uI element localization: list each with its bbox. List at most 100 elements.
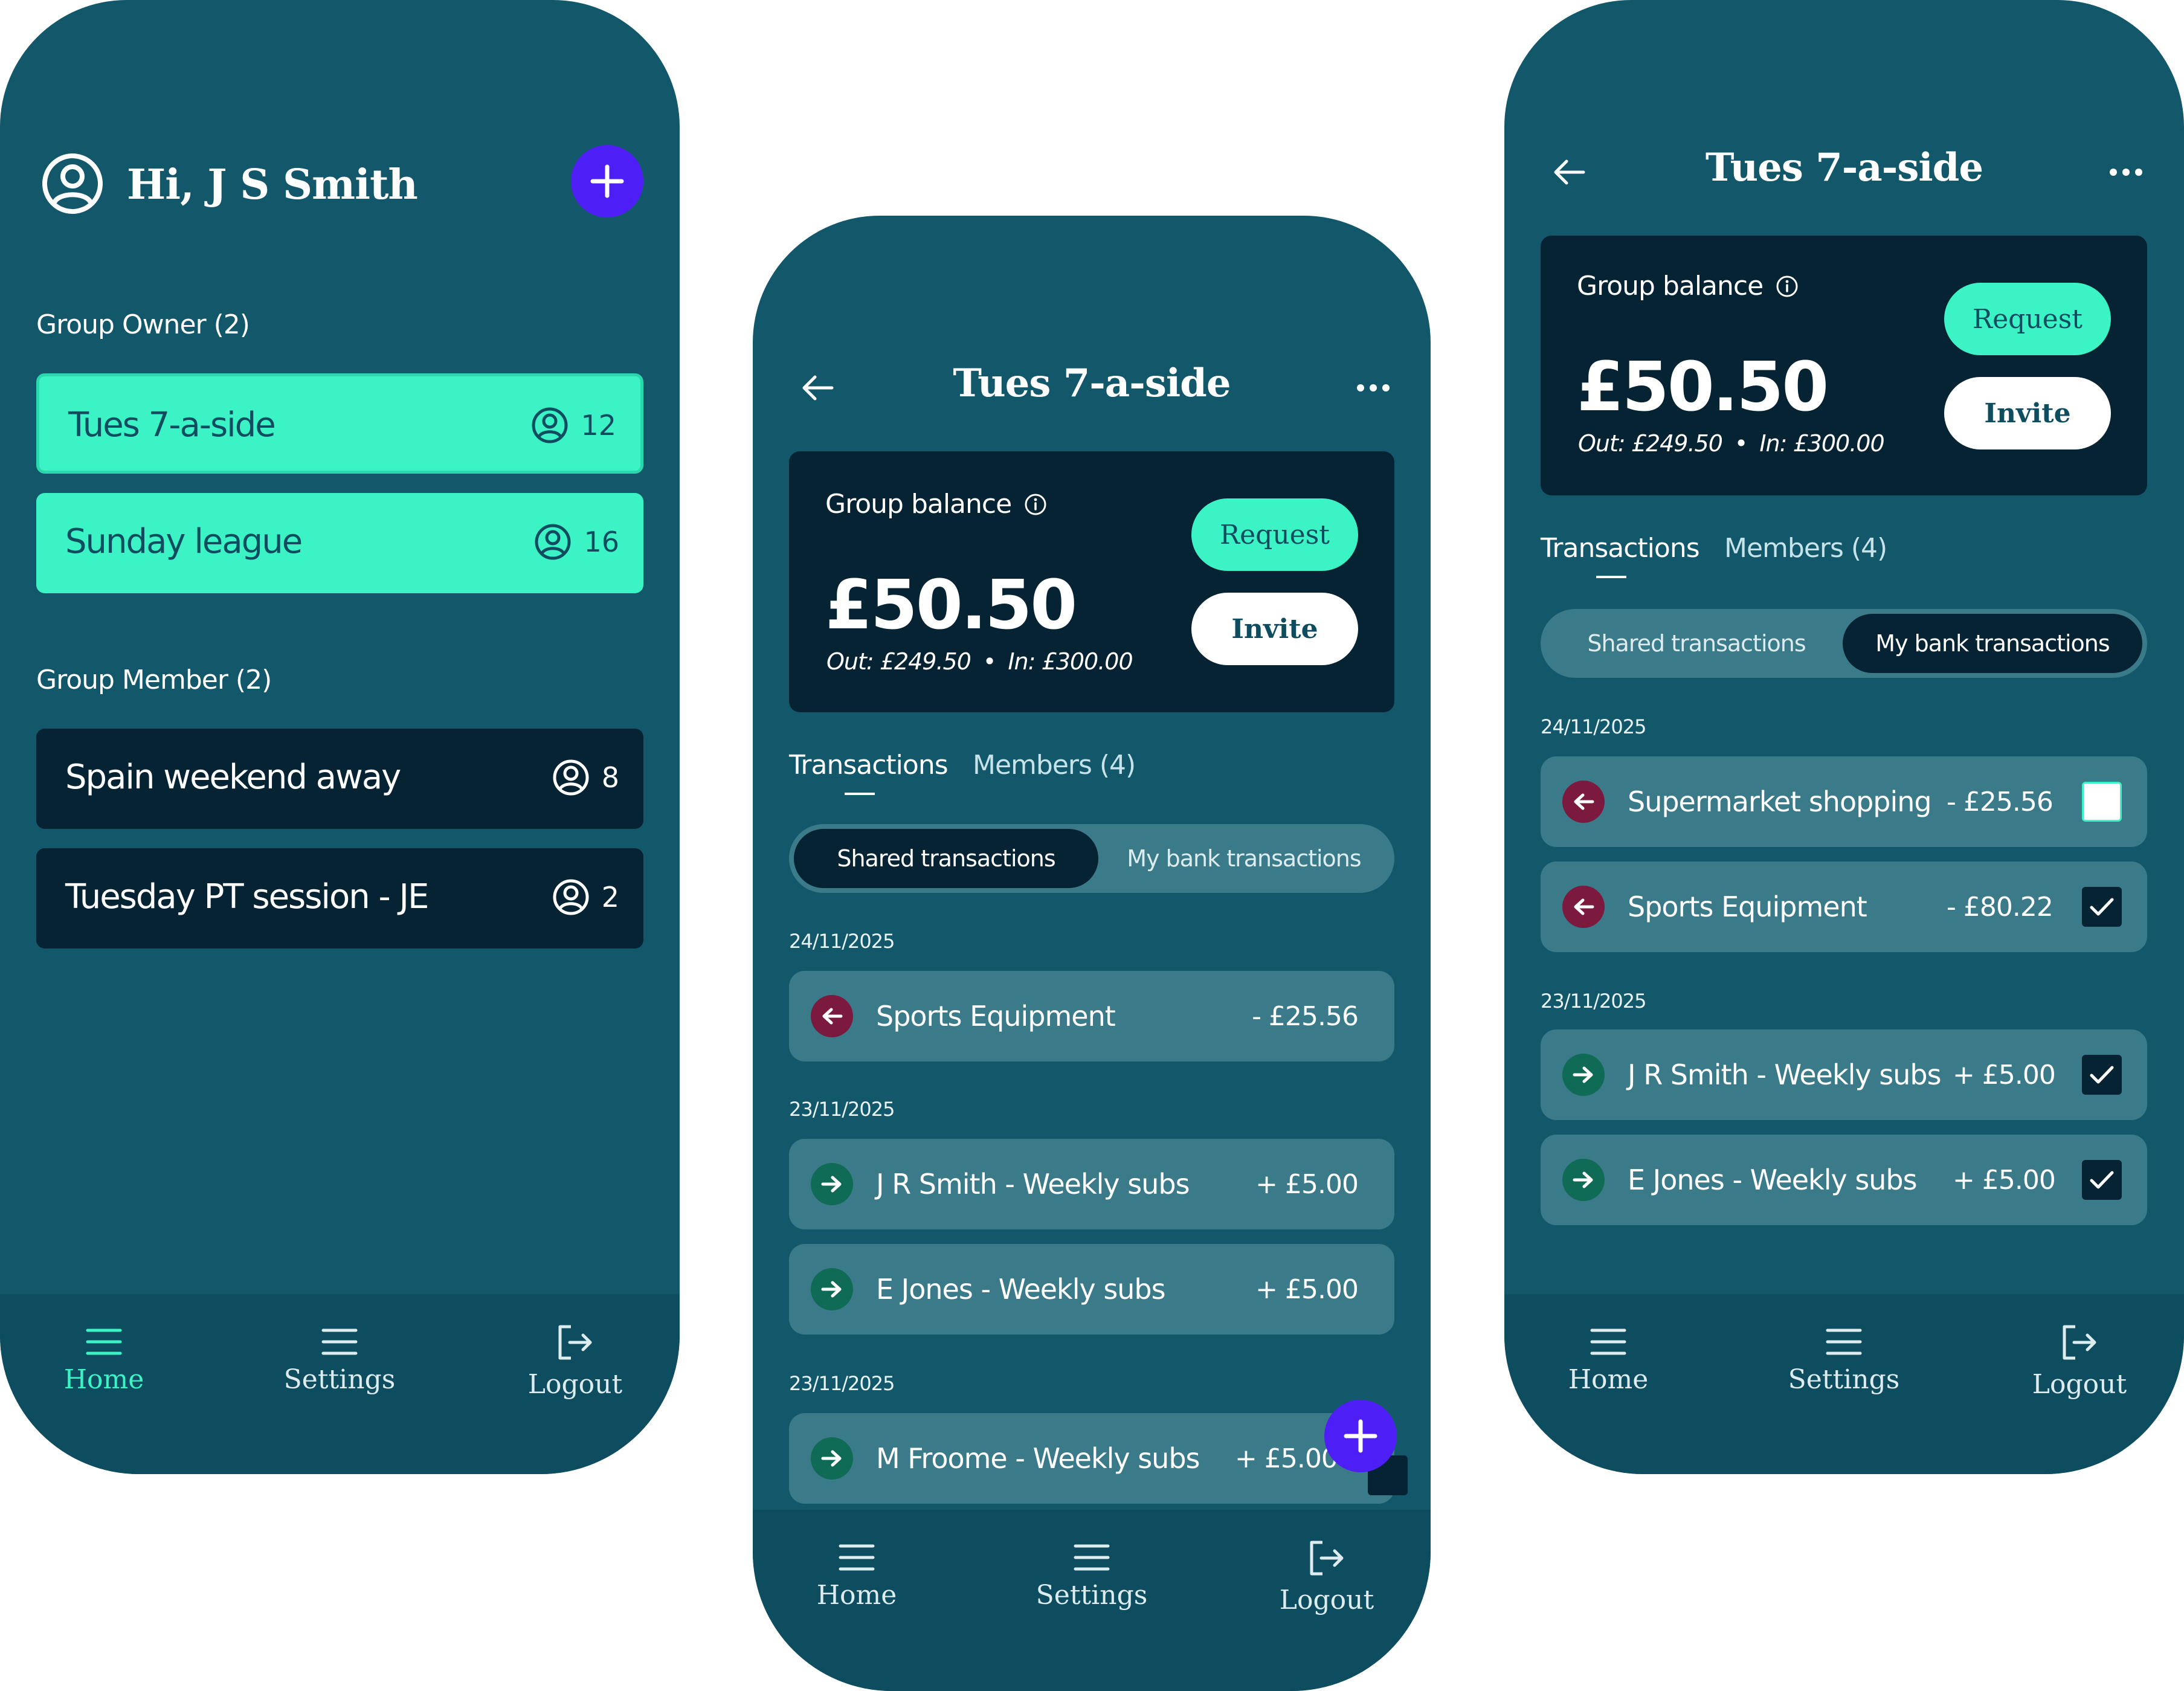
more-options-button[interactable]: [2099, 145, 2153, 199]
segment-my-bank-transactions[interactable]: My bank transactions: [1098, 829, 1390, 888]
transaction-name: J R Smith - Weekly subs: [1628, 1058, 1942, 1091]
home-screen: Hi, J S Smith Group Owner (2) Tues 7-a-s…: [0, 0, 680, 1474]
nav-logout[interactable]: Logout: [1248, 1540, 1405, 1615]
logout-icon: [1310, 1541, 1344, 1576]
nav-settings[interactable]: Settings: [261, 1328, 418, 1395]
logout-icon: [558, 1325, 592, 1360]
transaction-row[interactable]: E Jones - Weekly subs + £5.00: [789, 1244, 1394, 1335]
owner-section-title: Group Owner (2): [36, 309, 250, 340]
mockup-stage: Hi, J S Smith Group Owner (2) Tues 7-a-s…: [0, 0, 2184, 1691]
member-count-value: 16: [584, 526, 619, 558]
menu-icon: [1590, 1329, 1626, 1355]
member-section-title: Group Member (2): [36, 665, 272, 695]
date-header: 23/11/2025: [789, 1098, 895, 1121]
transaction-row[interactable]: Supermarket shopping - £25.56: [1541, 756, 2147, 847]
member-count-value: 8: [601, 761, 619, 794]
incoming-arrow-icon: [811, 1163, 853, 1205]
balance-summary: Out: £249.50 • In: £300.00: [1578, 430, 1885, 457]
transaction-row[interactable]: E Jones - Weekly subs + £5.00: [1541, 1135, 2147, 1225]
nav-label: Home: [1568, 1364, 1649, 1395]
nav-logout[interactable]: Logout: [2001, 1324, 2158, 1400]
tab-members[interactable]: Members (4): [1724, 533, 1887, 564]
menu-icon: [1074, 1544, 1110, 1571]
tab-transactions[interactable]: Transactions: [789, 750, 949, 781]
balance-label-text: Group balance: [1577, 271, 1764, 301]
incoming-arrow-icon: [811, 1268, 853, 1310]
date-header: 23/11/2025: [1541, 990, 1646, 1013]
date-header: 24/11/2025: [1541, 715, 1646, 738]
user-circle-icon: [532, 407, 568, 443]
nav-label: Logout: [527, 1369, 623, 1400]
menu-icon: [86, 1329, 122, 1355]
nav-home[interactable]: Home: [25, 1328, 182, 1395]
tab-members[interactable]: Members (4): [973, 750, 1136, 781]
plus-icon: [590, 164, 624, 198]
info-icon[interactable]: [1775, 274, 1799, 298]
info-icon[interactable]: [1023, 492, 1048, 517]
transaction-row[interactable]: J R Smith - Weekly subs + £5.00: [789, 1139, 1394, 1229]
transaction-row[interactable]: M Froome - Weekly subs + £5.00: [789, 1413, 1408, 1504]
menu-icon: [1826, 1329, 1862, 1355]
request-button[interactable]: Request: [1944, 283, 2111, 355]
nav-label: Settings: [1036, 1580, 1148, 1611]
menu-icon: [321, 1329, 358, 1355]
reconcile-checkbox[interactable]: [2082, 887, 2122, 927]
member-count: 2: [552, 878, 619, 916]
transaction-amount: - £25.56: [1947, 787, 2054, 817]
segment-shared-transactions[interactable]: Shared transactions: [1545, 614, 1847, 673]
balance-label: Group balance: [825, 489, 1048, 520]
check-icon: [2090, 898, 2114, 916]
nav-settings[interactable]: Settings: [1765, 1328, 1922, 1395]
group-card-spain-weekend-away[interactable]: Spain weekend away 8: [36, 729, 643, 829]
active-tab-indicator: [1596, 576, 1626, 578]
active-tab-indicator: [845, 793, 875, 795]
balance-amount: £50.50: [825, 566, 1077, 645]
nav-logout[interactable]: Logout: [497, 1324, 654, 1400]
transaction-row[interactable]: J R Smith - Weekly subs + £5.00: [1541, 1029, 2147, 1120]
bottom-nav: Home Settings Logout: [0, 1294, 680, 1474]
group-card-sunday-league[interactable]: Sunday league 16: [36, 493, 643, 593]
balance-out: Out: £249.50: [1578, 430, 1723, 457]
transaction-amount: + £5.00: [1255, 1169, 1359, 1200]
transaction-amount: - £80.22: [1947, 892, 2054, 923]
invite-button[interactable]: Invite: [1191, 593, 1358, 665]
plus-icon: [1344, 1419, 1377, 1453]
group-name: Tues 7-a-side: [68, 405, 276, 445]
member-count: 8: [552, 759, 619, 796]
transaction-name: Sports Equipment: [876, 1000, 1116, 1032]
page-title: Tues 7-a-side: [1705, 145, 1983, 190]
member-count: 16: [534, 523, 619, 561]
nav-settings[interactable]: Settings: [1013, 1544, 1170, 1611]
incoming-arrow-icon: [1562, 1054, 1605, 1096]
add-group-button[interactable]: [571, 145, 643, 217]
user-circle-icon[interactable]: [41, 152, 104, 215]
more-options-button[interactable]: [1346, 361, 1400, 415]
user-circle-icon: [535, 524, 571, 560]
transaction-row[interactable]: Sports Equipment - £80.22: [1541, 862, 2147, 952]
nav-home[interactable]: Home: [778, 1544, 935, 1611]
segment-my-bank-transactions[interactable]: My bank transactions: [1843, 614, 2142, 673]
reconcile-checkbox[interactable]: [2082, 1055, 2122, 1095]
segment-shared-transactions[interactable]: Shared transactions: [794, 829, 1098, 888]
user-circle-icon: [553, 879, 589, 915]
nav-label: Home: [816, 1580, 897, 1611]
transaction-amount: + £5.00: [1235, 1443, 1338, 1474]
balance-label-text: Group balance: [825, 489, 1012, 520]
page-title: Tues 7-a-side: [953, 361, 1231, 406]
separator-dot: •: [1734, 430, 1748, 457]
reconcile-checkbox[interactable]: [2082, 782, 2122, 822]
group-name: Spain weekend away: [65, 758, 401, 797]
request-button[interactable]: Request: [1191, 498, 1358, 571]
nav-home[interactable]: Home: [1530, 1328, 1687, 1395]
group-card-tuesday-pt-session[interactable]: Tuesday PT session - JE 2: [36, 848, 643, 949]
group-card-tues-7-a-side[interactable]: Tues 7-a-side 12: [36, 373, 643, 474]
bottom-nav: Home Settings Logout: [1504, 1294, 2184, 1474]
invite-button[interactable]: Invite: [1944, 377, 2111, 449]
reconcile-checkbox[interactable]: [2082, 1160, 2122, 1200]
tab-transactions[interactable]: Transactions: [1541, 533, 1700, 564]
transaction-amount: + £5.00: [1953, 1165, 2056, 1196]
add-transaction-button[interactable]: [1324, 1400, 1397, 1472]
nav-label: Home: [63, 1364, 144, 1395]
group-name: Sunday league: [65, 522, 303, 561]
transaction-row[interactable]: Sports Equipment - £25.56: [789, 971, 1394, 1061]
